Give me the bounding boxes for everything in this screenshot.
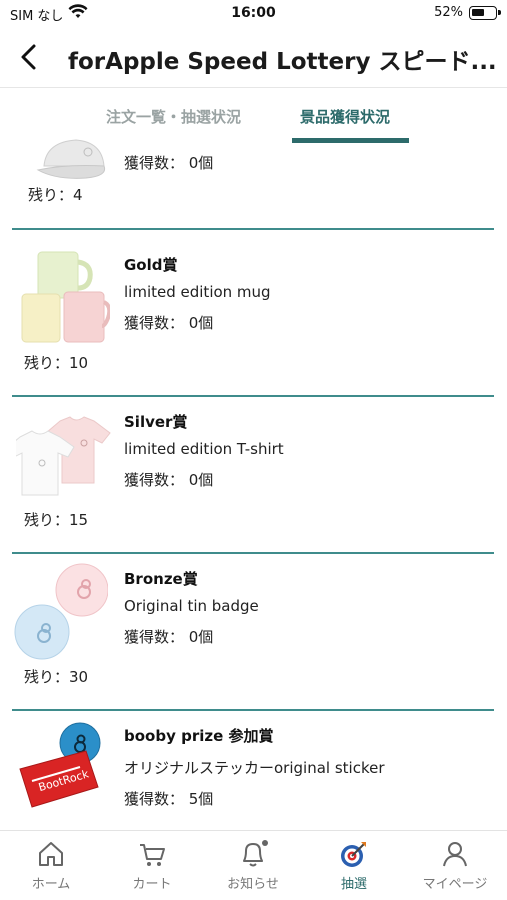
nav-bar: forApple Speed Lottery スピード...	[0, 28, 507, 88]
prize-remaining: 残り：30	[24, 668, 89, 686]
bottom-tab-bar: ホーム カート お知らせ 抽選 マイページ	[0, 830, 507, 900]
tab-label: 抽選	[340, 877, 367, 892]
tab-cart[interactable]: カート	[102, 839, 202, 892]
divider	[12, 395, 494, 397]
cart-icon	[102, 839, 202, 869]
battery-icon	[469, 6, 501, 20]
prize-remaining: 残り：10	[24, 354, 89, 372]
battery-percent: 52%	[434, 5, 463, 20]
prize-name: Silver賞	[124, 413, 188, 431]
tab-home[interactable]: ホーム	[1, 839, 101, 892]
divider	[12, 552, 494, 554]
prize-description: Original tin badge	[124, 597, 259, 615]
prize-count: 獲得数： 0個	[124, 471, 214, 489]
prize-description: オリジナルステッカーoriginal sticker	[124, 759, 385, 777]
prize-count: 獲得数： 5個	[124, 790, 214, 808]
cap-icon	[36, 136, 112, 184]
mug-icon	[18, 250, 112, 350]
prize-remaining: 残り：4	[28, 186, 83, 204]
back-chevron-icon[interactable]	[14, 40, 44, 74]
target-icon	[304, 839, 404, 869]
tab-active-indicator	[292, 138, 409, 143]
prize-description: limited edition mug	[124, 283, 271, 301]
page-title: forApple Speed Lottery スピード...	[68, 49, 497, 75]
tab-notifications[interactable]: お知らせ	[203, 839, 303, 892]
status-bar: SIM なし 16:00 52%	[0, 0, 507, 28]
prize-remaining: 残り：15	[24, 511, 89, 529]
tab-label: ホーム	[31, 877, 71, 892]
home-icon	[1, 839, 101, 869]
tab-order-list[interactable]: 注文一覧・抽選状況	[106, 106, 241, 127]
tab-label: マイページ	[422, 877, 488, 892]
clock: 16:00	[231, 5, 276, 21]
prize-name: Gold賞	[124, 256, 178, 274]
person-icon	[405, 839, 505, 869]
prize-count: 獲得数： 0個	[124, 628, 214, 646]
divider	[12, 228, 494, 230]
tshirt-icon	[7, 413, 112, 503]
prize-name: Bronze賞	[124, 570, 198, 588]
prize-count: 獲得数： 0個	[124, 314, 214, 332]
tab-label: お知らせ	[227, 877, 279, 892]
tab-prize-status[interactable]: 景品獲得状況	[300, 106, 390, 127]
prize-description: limited edition T-shirt	[124, 440, 284, 458]
prize-name: booby prize 参加賞	[124, 727, 274, 745]
bell-icon	[203, 839, 303, 869]
tab-mypage[interactable]: マイページ	[405, 839, 505, 892]
tab-lottery[interactable]: 抽選	[304, 839, 404, 892]
tab-label: カート	[132, 877, 172, 892]
prize-count: 獲得数： 0個	[124, 154, 214, 172]
badge-icon	[14, 562, 109, 666]
divider	[12, 709, 494, 711]
sticker-icon: BootRock	[14, 721, 110, 815]
